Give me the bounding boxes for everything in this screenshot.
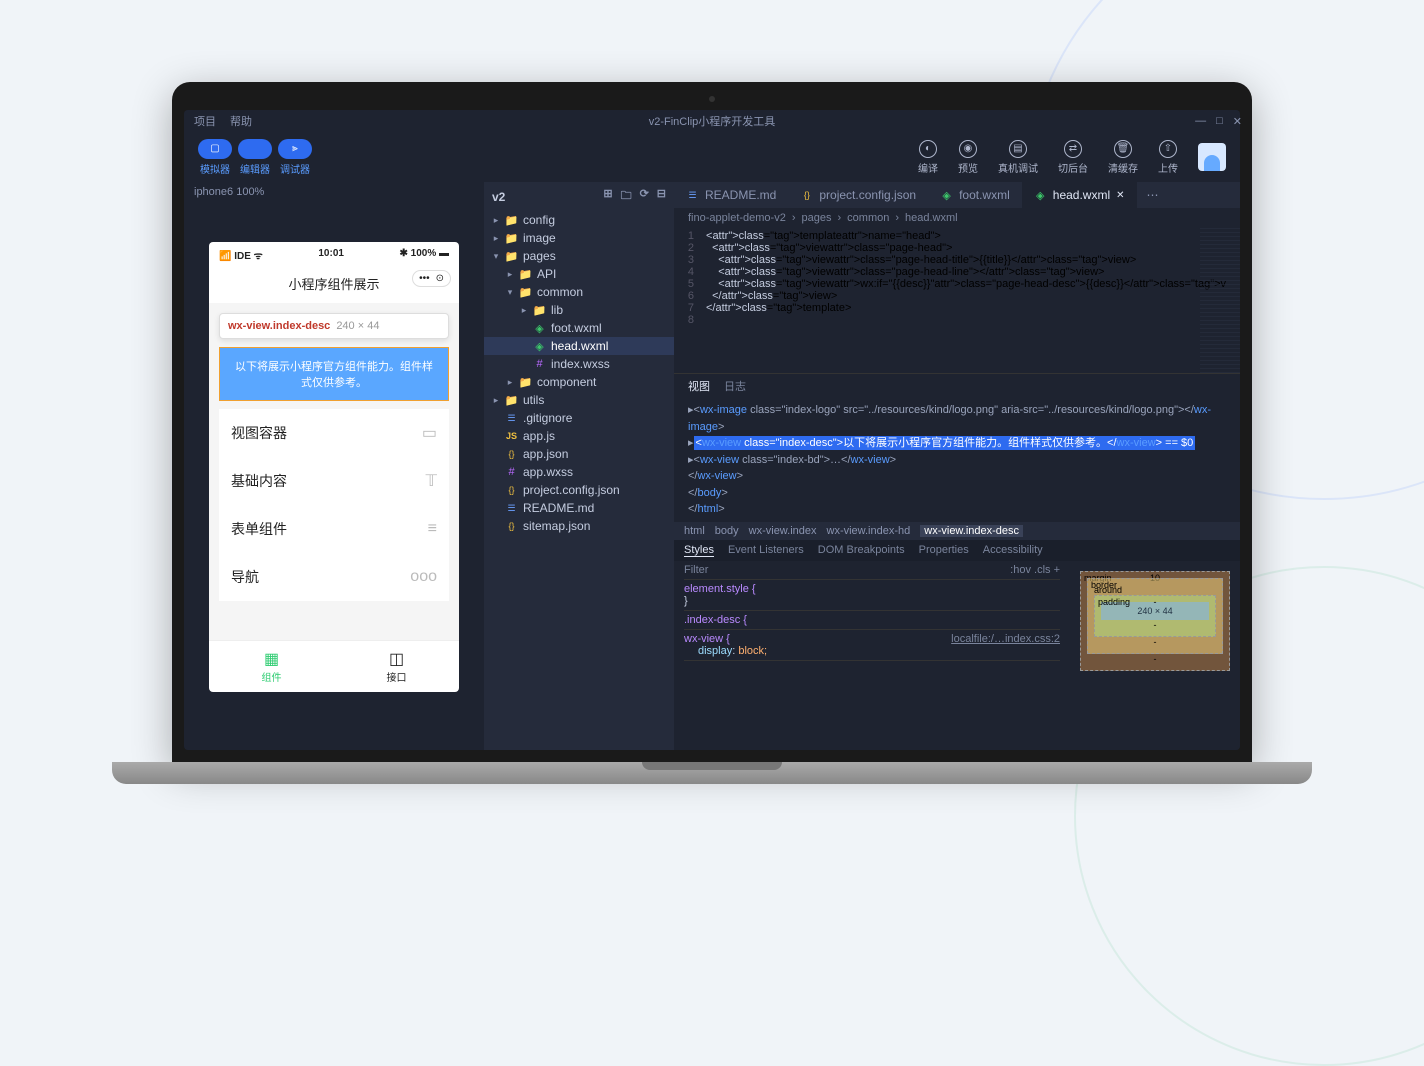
devtools-subtab[interactable]: Accessibility	[983, 544, 1043, 557]
action-上传[interactable]: ⇧上传	[1158, 140, 1178, 175]
project-root[interactable]: v2	[492, 190, 505, 204]
editor-tabs: ☰README.md{}project.config.json◈foot.wxm…	[674, 182, 1240, 208]
capsule-button[interactable]: •••⊙	[412, 270, 451, 287]
tree-item[interactable]: ▸📁image	[484, 229, 674, 247]
action-切后台[interactable]: ⇄切后台	[1058, 140, 1088, 175]
device-status: iphone6 100%	[184, 182, 484, 202]
simulator-pane: iphone6 100% 📶 IDE ᯤ 10:01 ✱ 100% ▬ 小程序组…	[184, 182, 484, 750]
phone-title: 小程序组件展示 •••⊙	[209, 268, 459, 303]
highlighted-element[interactable]: 以下将展示小程序官方组件能力。组件样式仅供参考。	[219, 347, 449, 401]
new-file-icon[interactable]: ⊞	[603, 187, 612, 206]
editor-tab[interactable]: ◈foot.wxml	[928, 182, 1022, 208]
tree-item[interactable]: ▸📁config	[484, 211, 674, 229]
file-explorer: v2 ⊞ 🗀 ⟳ ⊟ ▸📁config▸📁image▾📁pages▸📁API▾📁…	[484, 182, 674, 750]
phone-statusbar: 📶 IDE ᯤ 10:01 ✱ 100% ▬	[209, 242, 459, 268]
styles-filter-input[interactable]: Filter	[684, 564, 708, 576]
tree-item[interactable]: ▸📁utils	[484, 391, 674, 409]
editor-tab[interactable]: {}project.config.json	[788, 182, 928, 208]
action-预览[interactable]: ◉预览	[958, 140, 978, 175]
close-icon[interactable]: ✕	[1233, 115, 1240, 128]
tree-item[interactable]: #app.wxss	[484, 463, 674, 481]
styles-panel[interactable]: Filter :hov .cls + element.style {}.inde…	[674, 561, 1070, 751]
toolbar: ▢模拟器编辑器⫸调试器 ◐编译 ◉预览 ▤真机调试 ⇄切后台 🗑清缓存 ⇧上传	[184, 132, 1240, 182]
devtools-subtab[interactable]: DOM Breakpoints	[818, 544, 905, 557]
minimap[interactable]	[1200, 228, 1240, 373]
mode-0[interactable]: ▢模拟器	[198, 139, 232, 176]
tree-item[interactable]: ▾📁common	[484, 283, 674, 301]
camera-icon	[709, 96, 715, 102]
phone-simulator: 📶 IDE ᯤ 10:01 ✱ 100% ▬ 小程序组件展示 •••⊙ wx-v…	[209, 242, 459, 692]
tree-item[interactable]: ☰README.md	[484, 499, 674, 517]
inspect-tooltip: wx-view.index-desc 240 × 44	[219, 313, 449, 339]
editor-tab[interactable]: ☰README.md	[674, 182, 788, 208]
menu-project[interactable]: 项目	[194, 113, 216, 129]
devtools-subtab[interactable]: Styles	[684, 544, 714, 557]
ide-window: 项目 帮助 v2-FinClip小程序开发工具 — □ ✕ ▢模拟器编辑器⫸调试…	[184, 110, 1240, 750]
editor-tab[interactable]: ◈head.wxml✕	[1022, 182, 1137, 208]
devtools-tab-log[interactable]: 日志	[724, 378, 746, 394]
collapse-icon[interactable]: ⊟	[657, 187, 666, 206]
laptop-frame: 项目 帮助 v2-FinClip小程序开发工具 — □ ✕ ▢模拟器编辑器⫸调试…	[172, 82, 1252, 784]
mode-1[interactable]: 编辑器	[238, 139, 272, 176]
menu-item[interactable]: 表单组件≡	[219, 505, 449, 553]
refresh-icon[interactable]: ⟳	[640, 187, 649, 206]
styles-filter-actions[interactable]: :hov .cls +	[1010, 564, 1060, 576]
breadcrumb: fino-applet-demo-v2›pages›common›head.wx…	[674, 208, 1240, 228]
action-编译[interactable]: ◐编译	[918, 140, 938, 175]
tree-item[interactable]: ☰.gitignore	[484, 409, 674, 427]
devtools-subtab[interactable]: Event Listeners	[728, 544, 804, 557]
mode-2[interactable]: ⫸调试器	[278, 139, 312, 176]
tree-item[interactable]: {}project.config.json	[484, 481, 674, 499]
avatar[interactable]	[1198, 143, 1226, 171]
tree-item[interactable]: ▸📁lib	[484, 301, 674, 319]
tree-item[interactable]: ◈foot.wxml	[484, 319, 674, 337]
tree-item[interactable]: ▸📁API	[484, 265, 674, 283]
menu-help[interactable]: 帮助	[230, 113, 252, 129]
menu-item[interactable]: 视图容器▭	[219, 409, 449, 457]
tree-item[interactable]: {}sitemap.json	[484, 517, 674, 535]
phone-tab[interactable]: ▦组件	[209, 641, 334, 692]
devtools-subtab[interactable]: Properties	[919, 544, 969, 557]
menu-item[interactable]: 导航ooo	[219, 553, 449, 601]
action-真机调试[interactable]: ▤真机调试	[998, 140, 1038, 175]
new-folder-icon[interactable]: 🗀	[621, 187, 632, 206]
phone-tab[interactable]: ◫接口	[334, 641, 459, 692]
phone-tabbar: ▦组件◫接口	[209, 640, 459, 692]
tree-item[interactable]: ▾📁pages	[484, 247, 674, 265]
devtools-tab-view[interactable]: 视图	[688, 378, 710, 394]
tree-item[interactable]: #index.wxss	[484, 355, 674, 373]
menu-item[interactable]: 基础内容𝕋	[219, 457, 449, 505]
devtools-subtabs: Styles Event Listeners DOM Breakpoints Prop…	[674, 540, 1240, 561]
dom-tree[interactable]: ▸<wx-image class="index-logo" src="../re…	[674, 398, 1240, 522]
code-editor[interactable]: 1<attr">class="tag">template attr">name=…	[674, 228, 1240, 373]
devtools: 视图 日志 ▸<wx-image class="index-logo" src=…	[674, 373, 1240, 750]
tree-item[interactable]: {}app.json	[484, 445, 674, 463]
editor-pane: ☰README.md{}project.config.json◈foot.wxm…	[674, 182, 1240, 750]
window-title: v2-FinClip小程序开发工具	[649, 113, 776, 129]
action-清缓存[interactable]: 🗑清缓存	[1108, 140, 1138, 175]
menubar: 项目 帮助 v2-FinClip小程序开发工具 — □ ✕	[184, 110, 1240, 132]
tree-item[interactable]: ▸📁component	[484, 373, 674, 391]
dom-breadcrumb[interactable]: htmlbodywx-view.indexwx-view.index-hdwx-…	[674, 522, 1240, 540]
tree-item[interactable]: JSapp.js	[484, 427, 674, 445]
box-model: margin 10 border around padding - 24	[1070, 561, 1240, 751]
tabs-more-icon[interactable]: ⋯	[1137, 182, 1169, 208]
laptop-base	[112, 762, 1312, 784]
maximize-icon[interactable]: □	[1216, 115, 1223, 128]
tree-item[interactable]: ◈head.wxml	[484, 337, 674, 355]
minimize-icon[interactable]: —	[1195, 115, 1206, 128]
